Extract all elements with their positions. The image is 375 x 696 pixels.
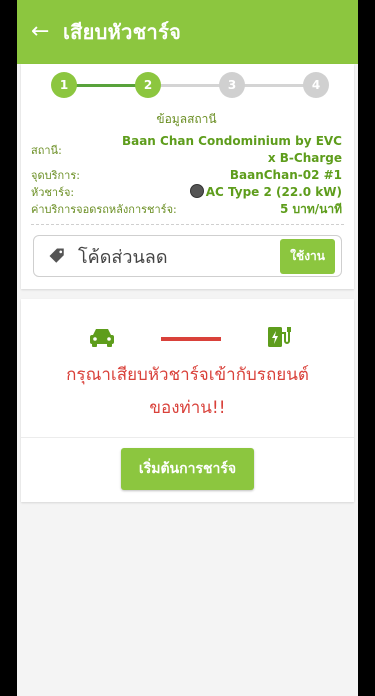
start-charging-button[interactable]: เริ่มต้นการชาร์จ	[120, 448, 255, 490]
parking-fee-value: 5 บาท/นาที	[279, 202, 342, 216]
tag-icon	[48, 247, 66, 265]
service-point-label: จุดบริการ:	[31, 169, 80, 182]
app-screen: ← เสียบหัวชาร์จ 1 2 3 4 ข้อมูลสถานี สถาน…	[17, 0, 358, 696]
connector-type-icon	[189, 184, 204, 198]
station-value-line1: Baan Chan Condominium by EVC	[121, 134, 342, 148]
station-info-card: 1 2 3 4 ข้อมูลสถานี สถานี: Baan Chan Con…	[21, 64, 354, 289]
plug-in-card: กรุณาเสียบหัวชาร์จเข้ากับรถยนต์ ของท่าน!…	[21, 299, 354, 502]
service-point-row: จุดบริการ: BaanChan-02 #1	[31, 167, 342, 184]
station-row: สถานี: Baan Chan Condominium by EVC x B-…	[31, 133, 342, 167]
disconnected-indicator	[160, 337, 221, 341]
progress-stepper: 1 2 3 4	[51, 72, 329, 110]
car-icon	[89, 326, 115, 352]
connector-label: หัวชาร์จ:	[31, 186, 75, 199]
start-area: เริ่มต้นการชาร์จ	[21, 438, 354, 502]
coupon-input[interactable]: โค้ดส่วนลด	[78, 242, 280, 271]
step-3: 3	[219, 72, 245, 98]
parking-fee-label: ค่าบริการจอดรถหลังการชาร์จ:	[31, 203, 177, 216]
top-app-bar: ← เสียบหัวชาร์จ	[17, 0, 358, 64]
back-arrow-icon[interactable]: ←	[31, 21, 63, 43]
service-point-value: BaanChan-02 #1	[229, 168, 342, 182]
message-line-1: กรุณาเสียบหัวชาร์จเข้ากับรถยนต์	[66, 365, 309, 385]
plug-in-message: กรุณาเสียบหัวชาร์จเข้ากับรถยนต์ ของท่าน!…	[21, 359, 354, 425]
stepper-track	[65, 84, 310, 87]
plug-illustration	[21, 325, 354, 353]
dashed-divider	[31, 224, 344, 225]
apply-coupon-button[interactable]: ใช้งาน	[280, 238, 335, 274]
parking-fee-row: ค่าบริการจอดรถหลังการชาร์จ: 5 บาท/นาที	[31, 201, 342, 218]
station-label: สถานี:	[31, 144, 62, 157]
connector-row: หัวชาร์จ: AC Type 2 (22.0 kW)	[31, 184, 342, 201]
coupon-field[interactable]: โค้ดส่วนลด ใช้งาน	[33, 235, 342, 277]
step-4: 4	[303, 72, 329, 98]
step-2: 2	[135, 72, 161, 98]
connector-value-wrap: AC Type 2 (22.0 kW)	[189, 184, 342, 201]
page-title: เสียบหัวชาร์จ	[63, 20, 182, 44]
station-value: Baan Chan Condominium by EVC x B-Charge	[122, 133, 342, 167]
charging-station-icon	[266, 325, 292, 353]
connector-value: AC Type 2 (22.0 kW)	[205, 185, 342, 199]
station-value-line2: x B-Charge	[267, 151, 342, 165]
step-1: 1	[51, 72, 77, 98]
station-details: ข้อมูลสถานี สถานี: Baan Chan Condominium…	[21, 110, 354, 218]
message-line-2: ของท่าน!!	[149, 398, 226, 418]
section-title: ข้อมูลสถานี	[156, 112, 217, 126]
